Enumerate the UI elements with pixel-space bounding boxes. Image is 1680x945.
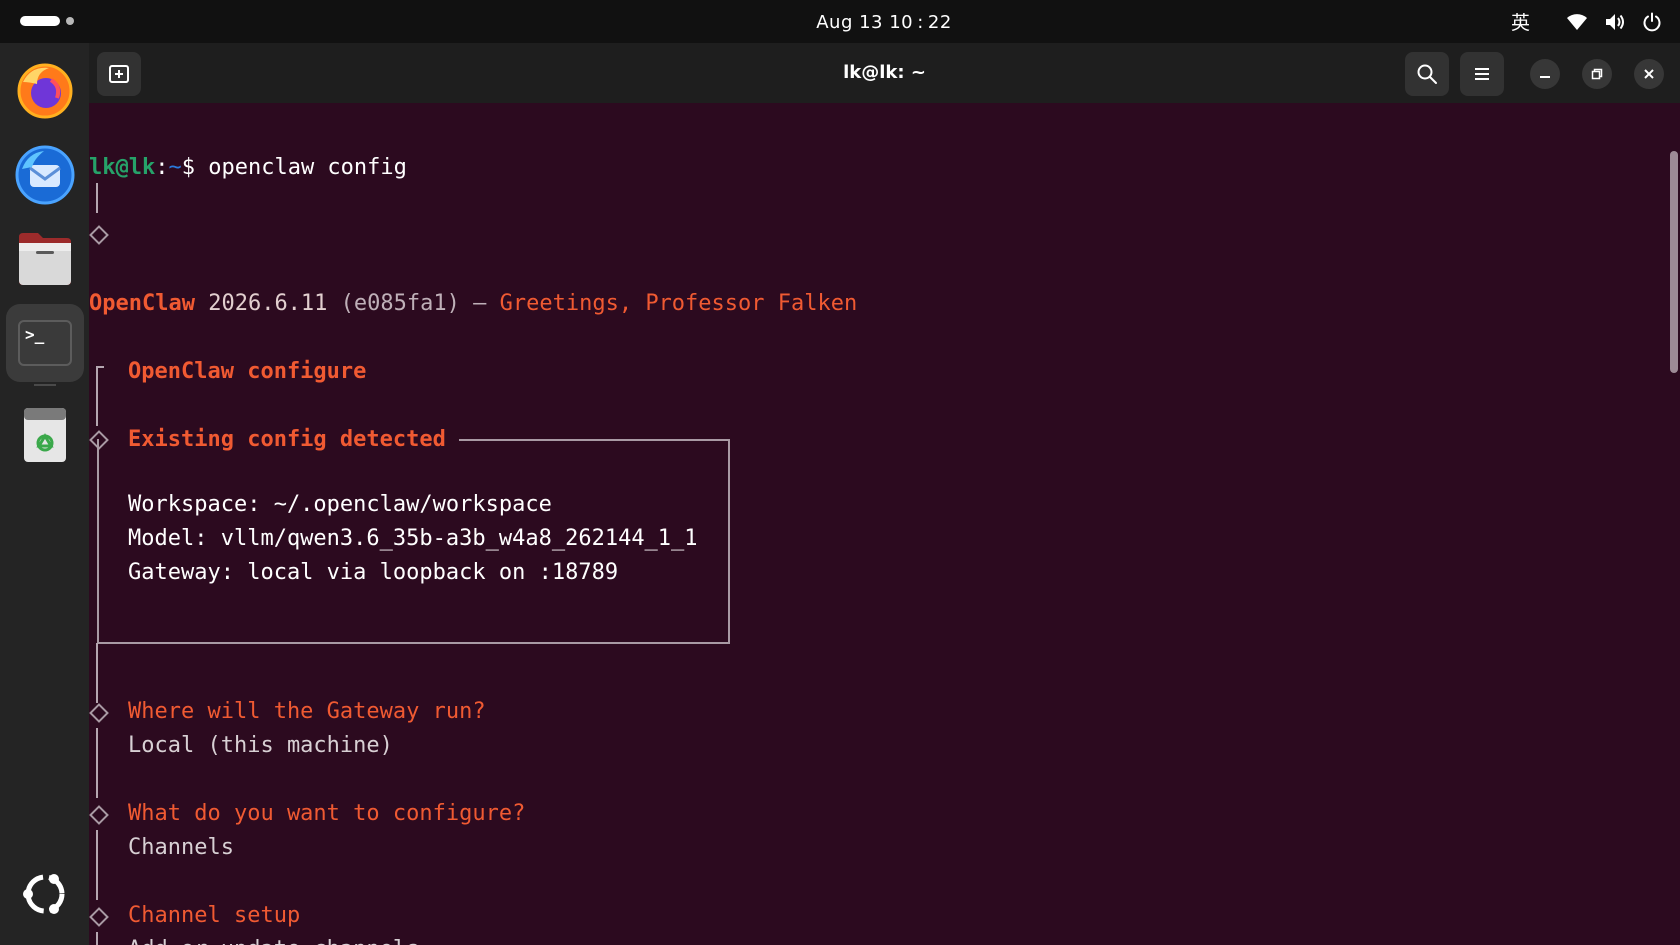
step-diamond-icon	[89, 907, 109, 927]
tree-gutter	[96, 366, 98, 426]
tree-gutter	[96, 728, 98, 798]
terminal-icon: >_	[18, 320, 72, 366]
new-tab-button[interactable]	[97, 52, 141, 96]
clock[interactable]: Aug 13 10 : 22	[0, 0, 1680, 46]
banner-greeting: Greetings, Professor Falken	[499, 291, 858, 316]
power-icon[interactable]	[1642, 12, 1662, 32]
step-diamond-icon	[89, 225, 109, 245]
search-button[interactable]	[1405, 52, 1449, 96]
banner-dash: —	[459, 291, 500, 316]
prompt-user: lk@lk	[89, 155, 156, 180]
hamburger-menu-icon	[1475, 68, 1489, 80]
step-diamond-icon	[89, 703, 109, 723]
prompt-line: lk@lk:~$ openclaw config	[89, 151, 407, 185]
dock-firefox[interactable]	[6, 51, 84, 129]
thunderbird-icon	[15, 145, 75, 205]
terminal-window: lk@lk: ~ lk@lk:~$ openclaw config OpenCl…	[89, 43, 1680, 945]
new-tab-icon	[109, 65, 129, 83]
header-bar[interactable]: lk@lk: ~	[89, 43, 1680, 103]
config-box-bottom	[97, 642, 730, 644]
dock-files[interactable]	[6, 220, 84, 298]
minimize-icon	[1540, 76, 1550, 78]
question-channel-setup: Channel setup	[128, 903, 301, 928]
minimize-button[interactable]	[1530, 59, 1560, 89]
volume-icon[interactable]	[1604, 12, 1626, 32]
tree-gutter	[96, 932, 98, 945]
step-diamond-icon	[89, 805, 109, 825]
banner-line: OpenClaw 2026.6.11 (e085fa1) — Greetings…	[89, 287, 857, 321]
wifi-icon[interactable]	[1566, 13, 1588, 31]
files-icon	[19, 233, 71, 285]
ubuntu-logo-icon	[23, 874, 65, 914]
configure-title: OpenClaw configure	[128, 355, 366, 389]
system-tray[interactable]: 英	[1511, 0, 1662, 43]
prompt-symbol: $	[181, 155, 195, 180]
input-method-indicator[interactable]: 英	[1511, 8, 1530, 35]
svg-text:>_: >_	[25, 325, 45, 344]
answer-channel-setup: Add or update channels	[128, 933, 419, 945]
question-configure-target: What do you want to configure?	[128, 801, 526, 826]
tree-gutter	[96, 643, 98, 703]
dock: >_	[0, 43, 89, 945]
tree-corner	[96, 366, 104, 368]
answer-gateway-location: Local (this machine)	[128, 733, 393, 758]
dock-terminal[interactable]: >_	[6, 304, 84, 382]
menu-button[interactable]	[1460, 52, 1504, 96]
terminal-output[interactable]: lk@lk:~$ openclaw config OpenClaw 2026.6…	[89, 103, 1680, 945]
config-workspace: Workspace: ~/.openclaw/workspace	[128, 492, 552, 517]
terminal-scrollbar[interactable]	[1670, 151, 1678, 373]
tree-gutter	[96, 183, 98, 213]
dock-show-apps[interactable]	[6, 857, 84, 931]
question-gateway-location: Where will the Gateway run?	[128, 699, 486, 724]
close-icon	[1644, 69, 1654, 79]
config-model: Model: vllm/qwen3.6_35b-a3b_w4a8_262144_…	[128, 526, 698, 551]
banner-version: 2026.6.11	[194, 291, 328, 316]
prompt-path: ~	[168, 155, 182, 180]
config-gateway: Gateway: local via loopback on :18789	[128, 560, 619, 585]
configure-title-text: OpenClaw configure	[128, 359, 367, 384]
command-text: openclaw config	[194, 155, 407, 180]
restore-button[interactable]	[1582, 59, 1612, 89]
answer-configure-target: Channels	[128, 835, 234, 860]
dock-separator	[34, 384, 56, 386]
firefox-icon	[17, 63, 73, 119]
banner-app: OpenClaw	[89, 291, 195, 316]
trash-icon	[24, 408, 66, 462]
dock-thunderbird[interactable]	[6, 135, 84, 213]
close-button[interactable]	[1634, 59, 1664, 89]
tree-gutter	[96, 830, 98, 900]
restore-icon	[1591, 68, 1603, 80]
prompt-separator: :	[155, 155, 169, 180]
banner-commit: (e085fa1)	[327, 291, 460, 316]
search-icon	[1417, 64, 1437, 84]
dock-trash[interactable]	[6, 396, 84, 474]
top-bar: Aug 13 10 : 22 英	[0, 0, 1680, 43]
